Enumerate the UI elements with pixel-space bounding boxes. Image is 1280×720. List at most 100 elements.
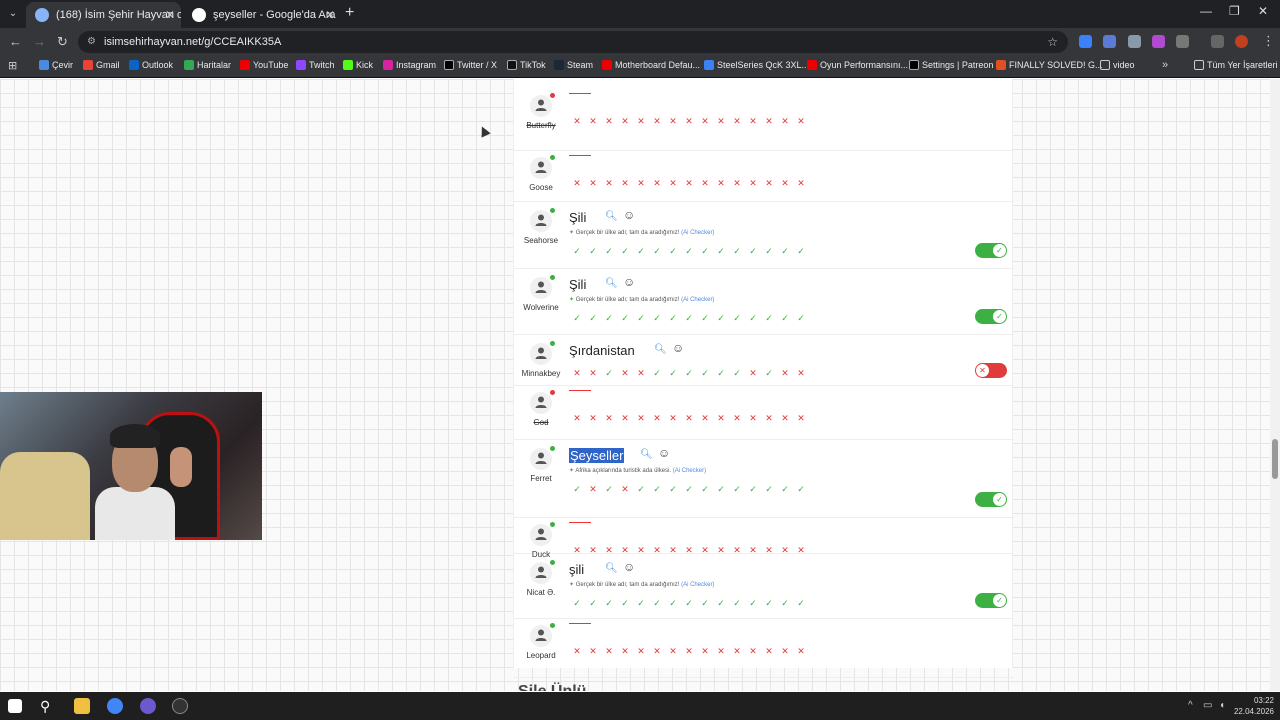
close-tab-icon[interactable]: ✕	[325, 2, 335, 28]
emoji-react-icon[interactable]: ☺	[658, 446, 670, 460]
vote-row: ✕ ✕ ✕ ✕ ✕ ✕ ✕ ✕ ✕ ✕ ✕ ✕ ✕ ✕ ✕	[569, 111, 809, 126]
address-bar[interactable]: ⚙ isimsehirhayvan.net/g/CCEAIKK35A ☆	[78, 31, 1068, 53]
search-answer-icon[interactable]: 🔍︎	[654, 344, 667, 355]
emoji-react-icon[interactable]: ☺	[623, 560, 635, 574]
bookmark-item[interactable]: Haritalar	[184, 60, 231, 70]
vote-reject-icon: ✕	[637, 368, 645, 378]
minimize-icon[interactable]: —	[1200, 4, 1212, 18]
vote-reject-icon: ✕	[589, 368, 597, 378]
search-answer-icon[interactable]: 🔍︎	[605, 563, 618, 574]
user-avatar-icon	[530, 448, 552, 470]
back-icon[interactable]: ←	[9, 34, 22, 49]
file-explorer-icon[interactable]	[74, 698, 90, 714]
extension-icon[interactable]	[1128, 35, 1141, 48]
vote-reject-icon: ✕	[749, 178, 757, 188]
bookmark-item[interactable]: SteelSeries QcK 3XL...	[704, 60, 809, 70]
bookmark-item[interactable]: Oyun Performansını...	[807, 60, 908, 70]
windows-start-icon[interactable]	[8, 699, 22, 713]
system-clock[interactable]: 03:22 22.04.2026	[1232, 695, 1274, 717]
emoji-react-icon[interactable]: ☺	[623, 275, 635, 289]
bookmark-item[interactable]: YouTube	[240, 60, 288, 70]
app-icon[interactable]	[140, 698, 156, 714]
vote-approve-icon: ✓	[669, 598, 677, 608]
bookmark-item[interactable]: Çevir	[39, 60, 73, 70]
answer-validity-toggle[interactable]: ✓	[975, 593, 1007, 608]
player-name: Leopard	[526, 651, 556, 660]
ai-checker-label: (Ai Checker)	[681, 582, 715, 588]
close-tab-icon[interactable]: ✕	[165, 2, 175, 28]
profile-avatar[interactable]	[1235, 35, 1248, 48]
ai-note-text: Gerçek bir ülke adı; tam da aradığımız!	[575, 230, 680, 236]
reload-icon[interactable]: ↻	[57, 34, 68, 50]
vote-approve-icon: ✓	[765, 313, 773, 323]
bookmark-item[interactable]: Motherboard Defau...	[602, 60, 700, 70]
media-icon[interactable]	[1211, 35, 1224, 48]
vote-reject-icon: ✕	[781, 178, 789, 188]
search-answer-icon[interactable]: 🔍︎	[605, 278, 618, 289]
vote-reject-icon: ✕	[749, 646, 757, 656]
tab-google-search[interactable]: şeyseller - Google'da Ara ✕	[183, 2, 341, 28]
restore-icon[interactable]: ❐	[1229, 4, 1240, 18]
volume-icon[interactable]: ◖	[1219, 700, 1225, 711]
extension-icon[interactable]	[1079, 35, 1092, 48]
network-icon[interactable]: ▭	[1203, 700, 1212, 711]
bookmark-item[interactable]: Twitter / X	[444, 60, 497, 70]
vote-reject-icon: ✕	[621, 646, 629, 656]
bookmark-item[interactable]: Kick	[343, 60, 373, 70]
bookmark-item[interactable]: Twitch	[296, 60, 335, 70]
tab-title: (168) İsim Şehir Hayvan oyunun	[56, 9, 181, 21]
user-avatar-icon	[530, 157, 552, 179]
tray-chevron-icon[interactable]: ^	[1188, 700, 1193, 711]
answer-validity-toggle[interactable]: ✓	[975, 309, 1007, 324]
cross-icon: ✕	[976, 364, 989, 377]
bookmark-item[interactable]: TikTok	[507, 60, 546, 70]
search-answer-icon[interactable]: 🔍︎	[605, 211, 618, 222]
bookmark-folder[interactable]: video	[1100, 60, 1135, 70]
bookmark-item[interactable]: Outlook	[129, 60, 173, 70]
bookmark-item[interactable]: Instagram	[383, 60, 436, 70]
new-tab-button[interactable]: +	[345, 4, 354, 22]
vote-approve-icon: ✓	[733, 368, 741, 378]
vote-row: ✕ ✕ ✕ ✕ ✕ ✕ ✕ ✕ ✕ ✕ ✕ ✕ ✕ ✕ ✕	[569, 641, 809, 656]
menu-dots-icon[interactable]: ⋮	[1262, 33, 1275, 49]
tab-isimsehirhayvan[interactable]: (168) İsim Şehir Hayvan oyunun ✕	[26, 2, 181, 28]
player-row: God ✕ ✕ ✕ ✕ ✕ ✕ ✕ ✕ ✕ ✕ ✕ ✕ ✕ ✕ ✕	[514, 386, 1014, 440]
close-window-icon[interactable]: ✕	[1258, 4, 1268, 18]
vote-approve-icon: ✓	[669, 246, 677, 256]
vote-reject-icon: ✕	[717, 116, 725, 126]
all-bookmarks-folder[interactable]: Tüm Yer İşaretleri	[1194, 60, 1278, 70]
vote-reject-icon: ✕	[589, 178, 597, 188]
bookmark-item[interactable]: Settings | Patreon	[909, 60, 993, 70]
bookmark-item[interactable]: FINALLY SOLVED! G...	[996, 60, 1103, 70]
search-answer-icon[interactable]: 🔍︎	[640, 449, 653, 460]
emoji-react-icon[interactable]: ☺	[623, 208, 635, 222]
bookmark-star-icon[interactable]: ☆	[1047, 31, 1058, 53]
bookmark-item[interactable]: Gmail	[83, 60, 120, 70]
chrome-icon[interactable]	[107, 698, 123, 714]
vote-reject-icon: ✕	[653, 116, 661, 126]
page-scrollbar[interactable]	[1270, 79, 1280, 691]
tab-search-icon[interactable]: ⌄	[4, 5, 22, 23]
bookmarks-bar: ⊞ Çevir Gmail Outlook Haritalar YouTube …	[0, 56, 1280, 78]
bookmarks-overflow-icon[interactable]: »	[1162, 59, 1168, 71]
ai-checker-label: (Ai Checker)	[672, 468, 707, 474]
bookmark-item[interactable]: Steam	[554, 60, 593, 70]
puzzle-icon[interactable]	[1176, 35, 1189, 48]
vote-reject-icon: ✕	[717, 178, 725, 188]
answer-validity-toggle[interactable]: ✕	[975, 363, 1007, 378]
answer-validity-toggle[interactable]: ✓	[975, 243, 1007, 258]
vote-approve-icon: ✓	[637, 598, 645, 608]
obs-icon[interactable]	[172, 698, 188, 714]
site-info-icon[interactable]: ⚙	[87, 31, 96, 53]
empty-answer-dash	[569, 623, 591, 624]
scrollbar-thumb[interactable]	[1272, 439, 1278, 479]
emoji-react-icon[interactable]: ☺	[672, 341, 684, 355]
answer-validity-toggle[interactable]: ✓	[975, 492, 1007, 507]
apps-grid-icon[interactable]: ⊞	[8, 59, 17, 72]
vote-reject-icon: ✕	[765, 646, 773, 656]
vote-reject-icon: ✕	[573, 178, 581, 188]
extension-icon[interactable]	[1103, 35, 1116, 48]
extension-icon[interactable]	[1152, 35, 1165, 48]
search-icon[interactable]: ⚲	[40, 698, 56, 714]
forward-icon[interactable]: →	[33, 34, 46, 49]
